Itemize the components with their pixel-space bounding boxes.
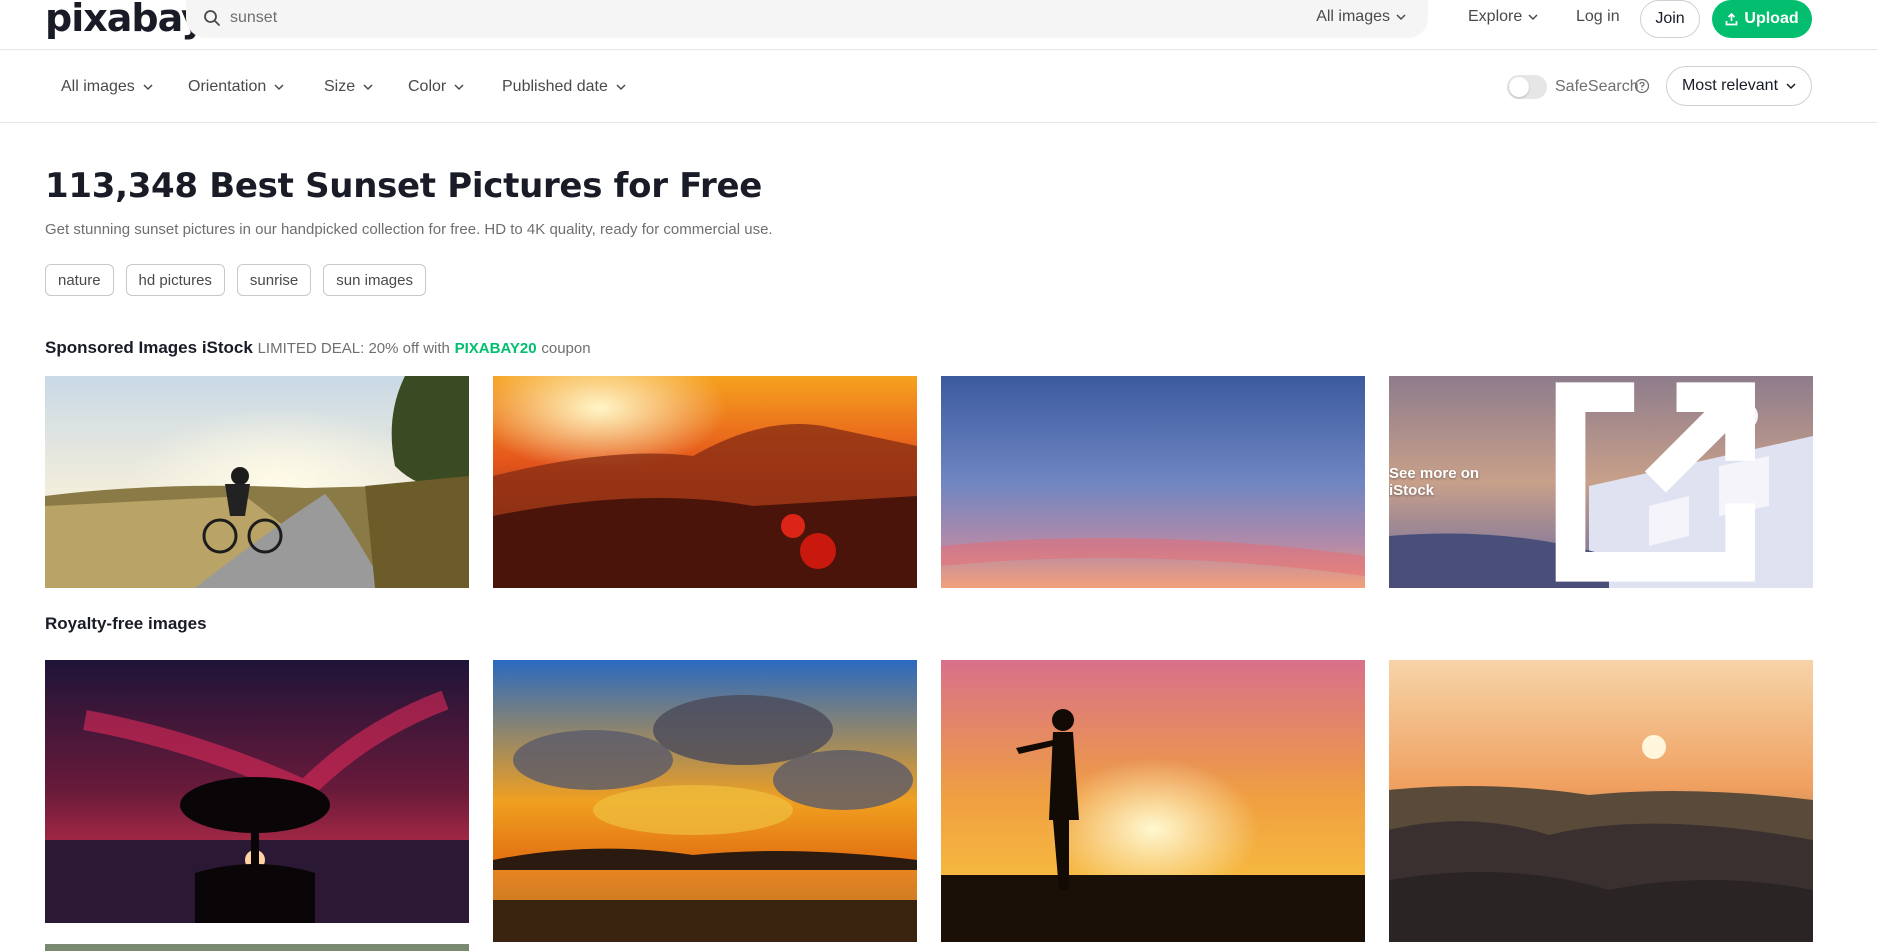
image-partial-next-row[interactable] <box>45 944 469 951</box>
filter-label: Published date <box>502 78 608 95</box>
filter-orientation[interactable]: Orientation <box>188 78 284 96</box>
image-cloudy-sunset[interactable] <box>493 660 917 942</box>
chevron-down-icon <box>1528 14 1538 21</box>
filter-bar: All images Orientation Size Color Publis… <box>0 50 1877 123</box>
sponsored-image-santorini[interactable]: See more on iStock <box>1389 376 1813 588</box>
filter-all-images[interactable]: All images <box>61 78 153 96</box>
sponsored-suffix: coupon <box>541 340 591 357</box>
upload-label: Upload <box>1744 10 1799 27</box>
search-bar[interactable]: sunset All images <box>186 0 1428 38</box>
filter-label: All images <box>61 78 135 95</box>
explore-label: Explore <box>1468 8 1523 25</box>
image-sea-sunset[interactable] <box>1389 660 1813 942</box>
coupon-code: PIXABAY20 <box>454 340 537 357</box>
royalty-free-heading: Royalty-free images <box>45 614 207 633</box>
tag-chip[interactable]: sunrise <box>236 264 312 296</box>
tag-chip[interactable]: hd pictures <box>125 264 225 296</box>
join-button[interactable]: Join <box>1640 0 1700 38</box>
pixabay-logo[interactable]: pixabay <box>45 0 206 40</box>
see-more-label: See more on iStock <box>1389 465 1480 499</box>
upload-button[interactable]: Upload <box>1712 0 1812 38</box>
tag-chip[interactable]: sun images <box>323 264 426 296</box>
search-icon <box>204 10 220 26</box>
chevron-down-icon <box>454 84 464 91</box>
image-woman-silhouette[interactable] <box>941 660 1365 942</box>
top-header: pixabay sunset All images Explore Log in… <box>0 0 1877 50</box>
toggle-knob <box>1509 77 1529 97</box>
chevron-down-icon <box>274 84 284 91</box>
chevron-down-icon <box>1396 14 1406 21</box>
external-link-icon <box>1556 382 1756 582</box>
page-description: Get stunning sunset pictures in our hand… <box>45 221 773 238</box>
sponsored-deal: LIMITED DEAL: 20% off with <box>257 340 450 357</box>
filter-color[interactable]: Color <box>408 78 464 96</box>
sort-label: Most relevant <box>1681 77 1779 94</box>
image-tree-sunset[interactable] <box>45 660 469 923</box>
related-tags: nature hd pictures sunrise sun images <box>45 264 426 296</box>
see-more-istock-link[interactable]: See more on iStock <box>1389 376 1813 588</box>
safesearch-label: SafeSearch <box>1555 78 1639 95</box>
chevron-down-icon <box>616 84 626 91</box>
safesearch-toggle[interactable] <box>1507 75 1547 99</box>
sponsored-image-mountain-sunset[interactable] <box>493 376 917 588</box>
tag-chip[interactable]: nature <box>45 264 114 296</box>
chevron-down-icon <box>143 84 153 91</box>
filter-label: Orientation <box>188 78 267 95</box>
chevron-down-icon <box>1786 83 1796 90</box>
sort-dropdown[interactable]: Most relevant <box>1666 66 1812 106</box>
help-icon[interactable] <box>1634 78 1650 94</box>
page-title: 113,348 Best Sunset Pictures for Free <box>45 166 762 206</box>
filter-label: Size <box>324 78 356 95</box>
filter-label: Color <box>408 78 447 95</box>
login-link[interactable]: Log in <box>1576 8 1620 26</box>
search-type-dropdown[interactable]: All images <box>1316 8 1406 26</box>
sponsored-heading: Sponsored Images iStock LIMITED DEAL: 20… <box>45 338 591 358</box>
upload-icon <box>1726 12 1738 25</box>
sponsored-image-cyclist[interactable] <box>45 376 469 588</box>
filter-published-date[interactable]: Published date <box>502 78 626 96</box>
sponsored-title: Sponsored Images iStock <box>45 338 253 357</box>
explore-menu[interactable]: Explore <box>1468 8 1538 26</box>
sponsored-image-sky-gradient[interactable] <box>941 376 1365 588</box>
chevron-down-icon <box>363 84 373 91</box>
filter-size[interactable]: Size <box>324 78 373 96</box>
search-type-label: All images <box>1316 8 1390 25</box>
search-input[interactable]: sunset <box>230 9 277 27</box>
